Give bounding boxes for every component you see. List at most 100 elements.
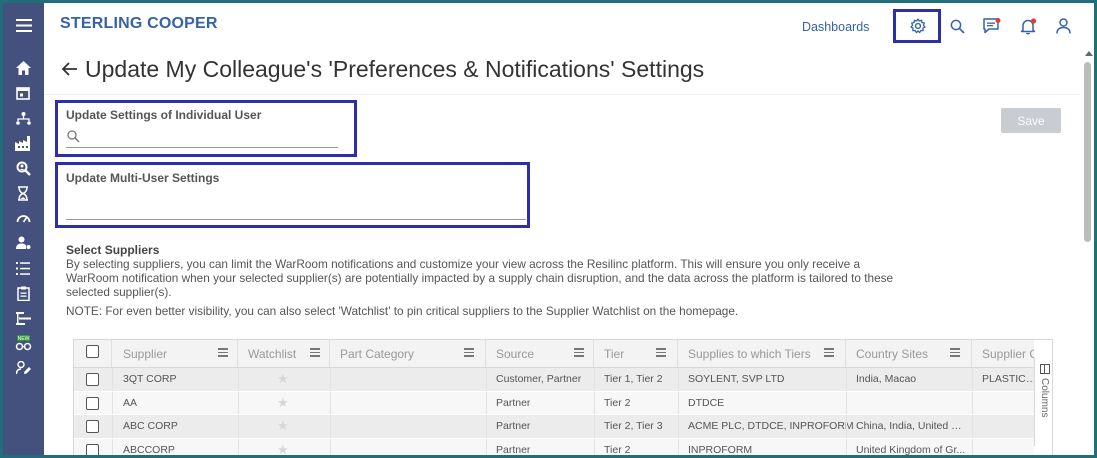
column-header-source[interactable]: Source	[486, 340, 594, 367]
column-divider	[972, 415, 973, 438]
column-divider	[238, 368, 239, 391]
sidebar-item-person-settings[interactable]	[13, 234, 33, 252]
row-checkbox[interactable]	[86, 373, 99, 386]
table-row[interactable]: ★ 3QT CORP Customer, Partner Tier 1, Tier 2…	[74, 368, 1034, 392]
column-menu-icon[interactable]	[950, 348, 960, 359]
sidebar-item-new[interactable]: NEW	[13, 334, 33, 352]
column-divider	[972, 438, 973, 455]
cell-supplier: AA	[123, 396, 138, 409]
column-divider	[678, 368, 679, 391]
save-button[interactable]: Save	[1001, 108, 1061, 133]
cell-supplies-to: INPROFORM	[688, 443, 753, 456]
sidebar-item-search-person[interactable]	[13, 159, 33, 177]
header-checkbox-cell	[74, 340, 112, 367]
column-header-supplies-to[interactable]: Supplies to which Tiers	[678, 340, 846, 367]
watchlist-star-icon[interactable]: ★	[277, 442, 289, 456]
sidebar-item-calendar[interactable]	[13, 84, 33, 102]
scroll-up-arrow-icon[interactable]	[1085, 51, 1093, 56]
sidebar: NEW	[3, 3, 44, 455]
sidebar-item-gauge[interactable]	[13, 209, 33, 227]
table-row[interactable]: ★ ABCCORP Partner Tier 2 INPROFORM United Kin…	[74, 438, 1034, 456]
hamburger-icon	[15, 18, 32, 32]
column-divider	[678, 438, 679, 455]
notifications-button[interactable]	[1016, 14, 1040, 38]
column-header-tier[interactable]: Tier	[594, 340, 678, 367]
individual-user-search-input[interactable]	[85, 127, 335, 145]
column-menu-icon[interactable]	[574, 348, 584, 359]
column-divider	[486, 368, 487, 391]
column-divider	[846, 391, 847, 414]
sidebar-item-factory[interactable]	[13, 134, 33, 152]
settings-button[interactable]	[906, 14, 930, 38]
column-divider	[594, 415, 595, 438]
column-divider	[330, 438, 331, 455]
suppliers-grid: Supplier Watchlist Part Category Source …	[73, 339, 1053, 456]
search-button[interactable]	[945, 14, 969, 38]
network-icon	[15, 111, 31, 125]
row-checkbox[interactable]	[86, 443, 99, 455]
sidebar-item-hierarchy[interactable]	[13, 309, 33, 327]
row-checkbox[interactable]	[86, 396, 99, 410]
cell-supplies-to: ACME PLC, DTDCE, INPROFORM	[688, 420, 854, 432]
sidebar-item-home[interactable]	[13, 59, 33, 77]
feedback-button[interactable]	[980, 14, 1004, 38]
home-icon	[15, 61, 31, 75]
column-menu-icon[interactable]	[464, 348, 474, 359]
table-row[interactable]: ★ AA Partner Tier 2 DTDCE	[74, 391, 1034, 415]
list-icon	[16, 261, 30, 275]
row-checkbox[interactable]	[86, 420, 99, 433]
cell-source: Customer, Partner	[496, 373, 582, 385]
column-menu-icon[interactable]	[218, 348, 228, 359]
column-divider	[486, 415, 487, 438]
back-arrow-icon[interactable]	[60, 59, 80, 79]
gear-icon	[910, 18, 926, 34]
sidebar-item-list[interactable]	[13, 259, 33, 277]
column-header-watchlist[interactable]: Watchlist	[238, 340, 330, 367]
column-header-part-category[interactable]: Part Category	[330, 340, 486, 367]
gauge-icon	[16, 215, 30, 223]
select-all-checkbox[interactable]	[86, 345, 99, 358]
column-divider	[972, 368, 973, 391]
page-title-bar: Update My Colleague's 'Preferences & Not…	[44, 47, 1080, 95]
column-menu-icon[interactable]	[310, 348, 320, 359]
column-menu-icon[interactable]	[824, 348, 834, 359]
select-suppliers-note: NOTE: For even better visibility, you ca…	[66, 304, 739, 318]
columns-side-tab[interactable]: Columns	[1034, 358, 1052, 446]
cell-supplier-c: PLASTICS &	[982, 373, 1034, 385]
column-divider	[330, 391, 331, 414]
cell-tier: Tier 2	[604, 396, 631, 409]
cell-supplies-to: SOYLENT, SVP LTD	[688, 373, 785, 385]
column-divider	[112, 415, 113, 438]
column-menu-icon[interactable]	[656, 348, 666, 359]
user-profile-button[interactable]	[1051, 14, 1075, 38]
watchlist-star-icon[interactable]: ★	[277, 418, 289, 434]
bell-icon	[1020, 17, 1036, 34]
column-divider	[594, 391, 595, 414]
select-suppliers-description: By selecting suppliers, you can limit th…	[66, 257, 894, 299]
columns-tab-label: Columns	[1039, 378, 1050, 418]
multi-user-label: Update Multi-User Settings	[66, 171, 220, 185]
cell-supplier: ABCCORP	[123, 443, 175, 456]
top-header: STERLING COOPER Dashboards	[44, 3, 1094, 47]
column-header-supplier[interactable]: Supplier	[112, 340, 238, 367]
search-icon	[67, 130, 80, 143]
multi-user-input[interactable]	[66, 195, 526, 219]
user-edit-icon	[15, 361, 31, 375]
page-scrollbar[interactable]	[1080, 47, 1094, 455]
cell-supplies-to: DTDCE	[688, 396, 725, 409]
cell-source: Partner	[496, 396, 531, 409]
scroll-thumb[interactable]	[1084, 62, 1091, 242]
cell-tier: Tier 2	[604, 443, 631, 456]
hamburger-menu-button[interactable]	[3, 3, 44, 47]
watchlist-star-icon[interactable]: ★	[277, 371, 289, 387]
sidebar-item-hourglass[interactable]	[13, 184, 33, 202]
sidebar-item-network[interactable]	[13, 109, 33, 127]
column-header-supplier-c[interactable]: Supplier C	[972, 340, 1034, 367]
sidebar-item-clipboard[interactable]	[13, 284, 33, 302]
sidebar-item-user-edit[interactable]	[13, 359, 33, 377]
column-divider	[594, 368, 595, 391]
table-row[interactable]: ★ ABC CORP Partner Tier 2, Tier 3 ACME PLC, …	[74, 415, 1034, 439]
dashboards-link[interactable]: Dashboards	[802, 20, 869, 34]
column-header-country-sites[interactable]: Country Sites	[846, 340, 972, 367]
watchlist-star-icon[interactable]: ★	[277, 395, 289, 411]
